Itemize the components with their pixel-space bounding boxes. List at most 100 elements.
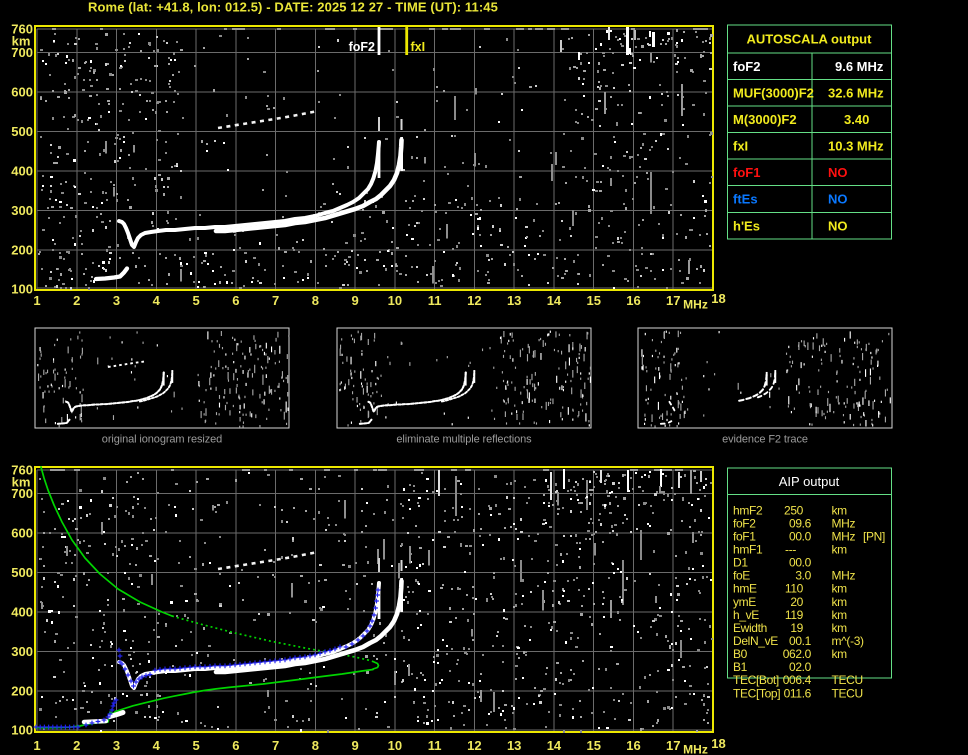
svg-text:TEC[Bot]: TEC[Bot] [733,673,779,687]
svg-text:16: 16 [626,738,640,753]
svg-text:14: 14 [547,293,562,308]
svg-text:2: 2 [73,738,80,753]
svg-text:Ewidth: Ewidth [733,621,767,635]
svg-text:600: 600 [11,85,33,100]
svg-text:15: 15 [586,293,600,308]
svg-text:MHz: MHz [832,569,856,583]
svg-text:TECU: TECU [832,673,863,687]
svg-text:3.0: 3.0 [795,569,811,583]
svg-text:NO: NO [828,192,848,207]
svg-text:h'Es: h'Es [733,218,760,233]
svg-text:TECU: TECU [832,686,863,700]
svg-text:8: 8 [312,293,319,308]
svg-text:12: 12 [467,738,481,753]
svg-text:100: 100 [11,282,33,297]
svg-text:1: 1 [33,293,40,308]
svg-text:h_vE: h_vE [733,608,759,622]
svg-text:9.6 MHz: 9.6 MHz [835,59,884,74]
svg-text:km: km [832,595,848,609]
svg-text:D1: D1 [733,556,748,570]
svg-text:hmF1: hmF1 [733,543,763,557]
svg-text:11: 11 [428,293,442,308]
svg-text:foF1: foF1 [733,529,756,543]
svg-text:original ionogram resized: original ionogram resized [102,434,222,446]
svg-text:300: 300 [11,644,33,659]
svg-text:ymE: ymE [733,595,756,609]
svg-text:B0: B0 [733,647,748,661]
svg-text:11: 11 [428,738,442,753]
svg-text:MHz: MHz [832,516,856,530]
svg-text:10: 10 [388,738,402,753]
svg-text:M(3000)F2: M(3000)F2 [733,112,797,127]
svg-text:3: 3 [113,293,120,308]
svg-text:B1: B1 [733,660,748,674]
svg-text:17: 17 [666,293,680,308]
svg-text:NO: NO [828,218,848,233]
svg-text:12: 12 [467,293,481,308]
svg-text:00.0: 00.0 [789,556,812,570]
svg-text:foF2: foF2 [733,59,760,74]
svg-text:TEC[Top]: TEC[Top] [733,686,780,700]
svg-text:km: km [832,503,848,517]
svg-text:400: 400 [11,163,33,178]
svg-text:006.4: 006.4 [783,673,812,687]
svg-text:foE: foE [733,569,750,583]
svg-text:600: 600 [11,526,33,541]
svg-text:4: 4 [153,738,161,753]
svg-text:13: 13 [507,293,521,308]
svg-text:110: 110 [785,582,804,596]
svg-text:13: 13 [507,738,521,753]
svg-text:20: 20 [790,595,803,609]
svg-text:[PN]: [PN] [863,529,885,543]
svg-text:7: 7 [272,738,279,753]
svg-text:9: 9 [352,293,359,308]
svg-text:02.0: 02.0 [789,660,812,674]
svg-text:10: 10 [388,293,402,308]
svg-text:5: 5 [192,293,199,308]
svg-text:km: km [12,34,31,49]
svg-text:250: 250 [784,503,804,517]
svg-text:062.0: 062.0 [783,647,812,661]
svg-text:m^(-3): m^(-3) [832,634,865,648]
svg-text:fxI: fxI [411,40,426,54]
svg-text:AUTOSCALA output: AUTOSCALA output [747,32,873,47]
svg-text:km: km [832,647,848,661]
svg-text:ftEs: ftEs [733,192,758,207]
svg-text:1: 1 [33,738,40,753]
svg-text:00.0: 00.0 [789,529,812,543]
svg-text:7: 7 [272,293,279,308]
svg-text:foF2: foF2 [733,516,756,530]
svg-text:3.40: 3.40 [844,112,869,127]
svg-text:eliminate multiple reflections: eliminate multiple reflections [396,434,532,446]
svg-text:km: km [12,475,31,490]
svg-text:km: km [832,582,848,596]
svg-text:MHz: MHz [832,529,856,543]
svg-text:18: 18 [711,736,725,751]
svg-text:5: 5 [192,738,199,753]
svg-text:km: km [832,543,848,557]
svg-text:011.6: 011.6 [784,686,812,700]
svg-text:8: 8 [312,738,319,753]
svg-text:hmF2: hmF2 [733,503,763,517]
svg-text:4: 4 [153,293,161,308]
svg-text:2: 2 [73,293,80,308]
svg-text:MHz: MHz [683,743,708,755]
svg-text:fxI: fxI [733,139,748,154]
svg-text:119: 119 [785,608,804,622]
svg-text:km: km [832,608,848,622]
svg-text:19: 19 [790,621,803,635]
svg-text:6: 6 [232,293,239,308]
svg-text:32.6 MHz: 32.6 MHz [828,85,884,100]
svg-text:500: 500 [11,124,33,139]
svg-text:hmE: hmE [733,582,757,596]
svg-text:AIP output: AIP output [779,474,840,489]
svg-text:300: 300 [11,203,33,218]
svg-text:14: 14 [547,738,562,753]
svg-text:15: 15 [586,738,600,753]
svg-text:MHz: MHz [683,298,708,312]
svg-text:MUF(3000)F2: MUF(3000)F2 [733,85,814,100]
svg-text:---: --- [785,543,796,557]
svg-text:km: km [832,621,848,635]
svg-text:DelN_vE: DelN_vE [733,634,778,648]
svg-text:evidence F2 trace: evidence F2 trace [722,434,808,446]
